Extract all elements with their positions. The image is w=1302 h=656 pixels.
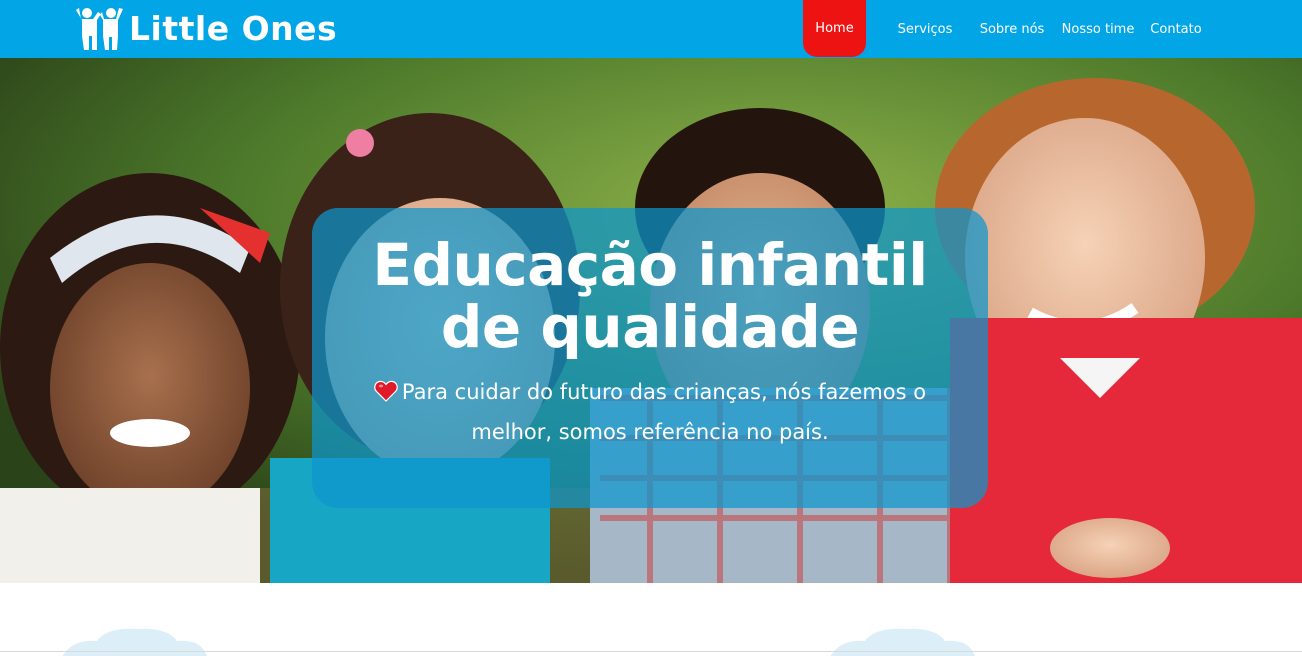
hero-title: Educação infantil de qualidade <box>312 234 988 358</box>
hero-title-line-1: Educação infantil <box>372 231 928 299</box>
nav-item-nosso-time[interactable]: Nosso time <box>1062 0 1135 58</box>
content-section-top <box>0 583 1302 656</box>
hero-banner: Educação infantil de qualidade Para cuid… <box>0 58 1302 583</box>
hero-subtitle-text: Para cuidar do futuro das crianças, nós … <box>401 380 927 444</box>
brand-logo-link[interactable]: Little Ones <box>73 6 337 52</box>
brand-name: Little Ones <box>129 9 338 48</box>
hero-title-line-2: de qualidade <box>440 293 860 361</box>
main-nav: Home Serviços Sobre nós Nosso time Conta… <box>803 0 1202 58</box>
hero-caption-card: Educação infantil de qualidade Para cuid… <box>312 208 988 508</box>
nav-item-sobre-nos[interactable]: Sobre nós <box>980 0 1045 58</box>
divider-line <box>0 651 1302 652</box>
two-children-icon <box>76 8 123 50</box>
nav-item-home[interactable]: Home <box>803 0 866 57</box>
nav-item-servicos[interactable]: Serviços <box>896 0 954 58</box>
navbar: Little Ones Home Serviços Sobre nós Noss… <box>0 0 1302 58</box>
hero-subtitle: Para cuidar do futuro das crianças, nós … <box>360 372 940 452</box>
heart-icon <box>374 380 398 402</box>
page: Little Ones Home Serviços Sobre nós Noss… <box>0 0 1302 656</box>
nav-item-contato[interactable]: Contato <box>1150 0 1202 58</box>
